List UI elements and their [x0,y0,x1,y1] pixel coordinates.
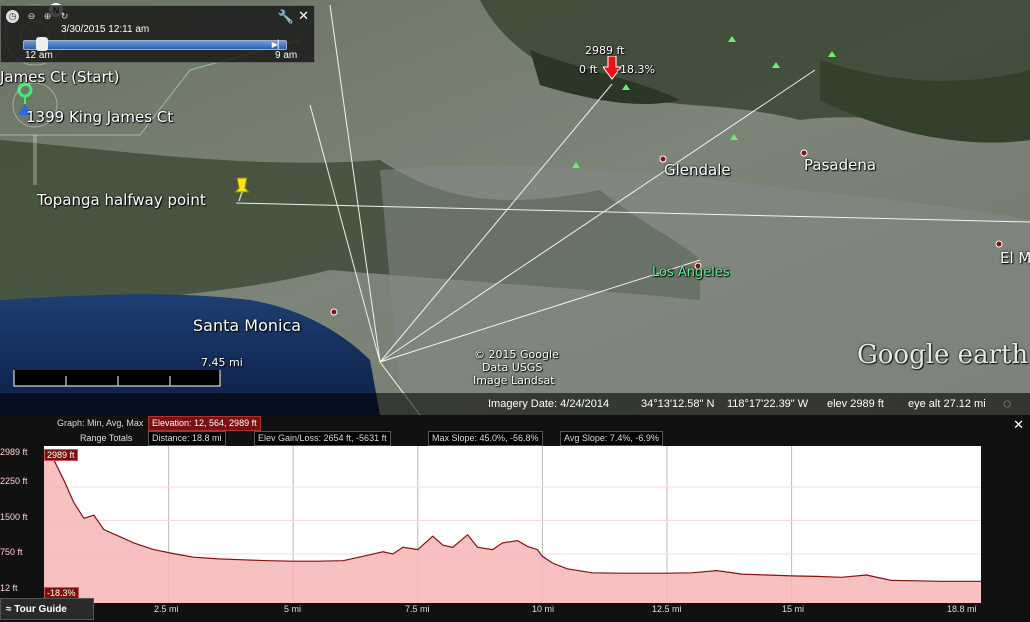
y-tick-label: 12 ft [0,583,18,593]
x-tick-label: 7.5 mi [405,604,430,614]
avg-slope-stat[interactable]: Avg Slope: 7.4%, -6.9% [560,431,663,446]
imagery-date: Imagery Date: 4/24/2014 [488,398,610,410]
eye-altitude: eye alt 27.12 mi [908,398,986,410]
los-angeles-label: Los Angeles [652,265,730,280]
peak-slope-label: -18.3% [616,63,655,76]
elevation-chart-svg [43,446,981,603]
elevation-stats[interactable]: Elevation: 12, 564, 2989 ft [148,416,261,431]
refresh-icon[interactable]: ↻ [58,10,71,23]
time-slider[interactable]: ◷ ⊖ ⊕ ↻ 🔧 ✕ 3/30/2015 12:11 am ▶▏ 12 am … [0,5,315,63]
peak-readout-label: 0 ft [579,63,598,76]
y-tick-label: 750 ft [0,547,23,557]
play-icon[interactable]: ▶▏ [272,40,284,49]
x-tick-label: 2.5 mi [154,604,179,614]
latitude: 34°13'12.58" N [641,398,715,410]
tour-guide-button[interactable]: ≈ Tour Guide [0,598,94,620]
longitude: 118°17'22.39" W [727,398,809,410]
zoom-out-icon[interactable]: ⊖ [25,10,38,23]
time-slider-date: 3/30/2015 12:11 am [61,24,150,35]
elevation-readout: elev 2989 ft [827,398,884,410]
santa-monica-label: Santa Monica [193,316,302,335]
credit-landsat: Image Landsat [473,374,555,387]
elevation-area [44,454,981,603]
map-view[interactable]: James Ct (Start) 1399 King James Ct Topa… [0,0,1030,415]
close-icon[interactable]: ✕ [298,8,309,24]
time-start-label: 12 am [25,50,53,61]
wrench-icon[interactable]: 🔧 [278,9,294,25]
credit-usgs: Data USGS [482,361,543,374]
time-slider-handle[interactable] [36,37,48,51]
x-tick-label: 5 mi [284,604,302,614]
elevation-chart[interactable]: 2989 ft -18.3% [43,446,981,603]
credit-google: © 2015 Google [474,348,559,361]
x-tick-label: 18.8 mi [947,604,977,614]
time-slider-track[interactable]: ▶▏ [23,37,287,51]
time-end-label: 9 am [275,50,298,61]
clock-icon[interactable]: ◷ [6,10,19,23]
max-slope-stat[interactable]: Max Slope: 45.0%, -56.8% [428,431,543,446]
google-earth-logo: Google earth [857,340,1029,370]
peak-elevation-label: 2989 ft [585,44,625,57]
el-monte-label: El M [1000,249,1030,267]
halfway-label: Topanga halfway point [37,191,206,209]
max-elevation-tag: 2989 ft [44,449,78,461]
elev-gain-stat[interactable]: Elev Gain/Loss: 2654 ft, -5631 ft [254,431,391,446]
pasadena-label: Pasadena [804,156,877,174]
y-tick-label: 1500 ft [0,512,28,522]
x-tick-label: 15 mi [782,604,805,614]
y-tick-label: 2989 ft [0,447,28,457]
status-bar: Imagery Date: 4/24/2014 34°13'12.58" N 1… [0,393,1030,415]
zoom-in-icon[interactable]: ⊕ [41,10,54,23]
glendale-label: Glendale [664,161,731,179]
loading-icon: ◌ [1003,395,1012,411]
range-totals-label: Range Totals [80,433,133,443]
x-tick-label: 10 mi [532,604,555,614]
scale-label: 7.45 mi [201,356,243,369]
x-tick-label: 12.5 mi [652,604,682,614]
close-profile-icon[interactable]: ✕ [1013,417,1024,433]
y-tick-label: 2250 ft [0,476,28,486]
distance-stat[interactable]: Distance: 18.8 mi [148,431,226,446]
graph-label: Graph: Min, Avg, Max [57,418,144,428]
pushpin-icon[interactable] [232,176,252,202]
